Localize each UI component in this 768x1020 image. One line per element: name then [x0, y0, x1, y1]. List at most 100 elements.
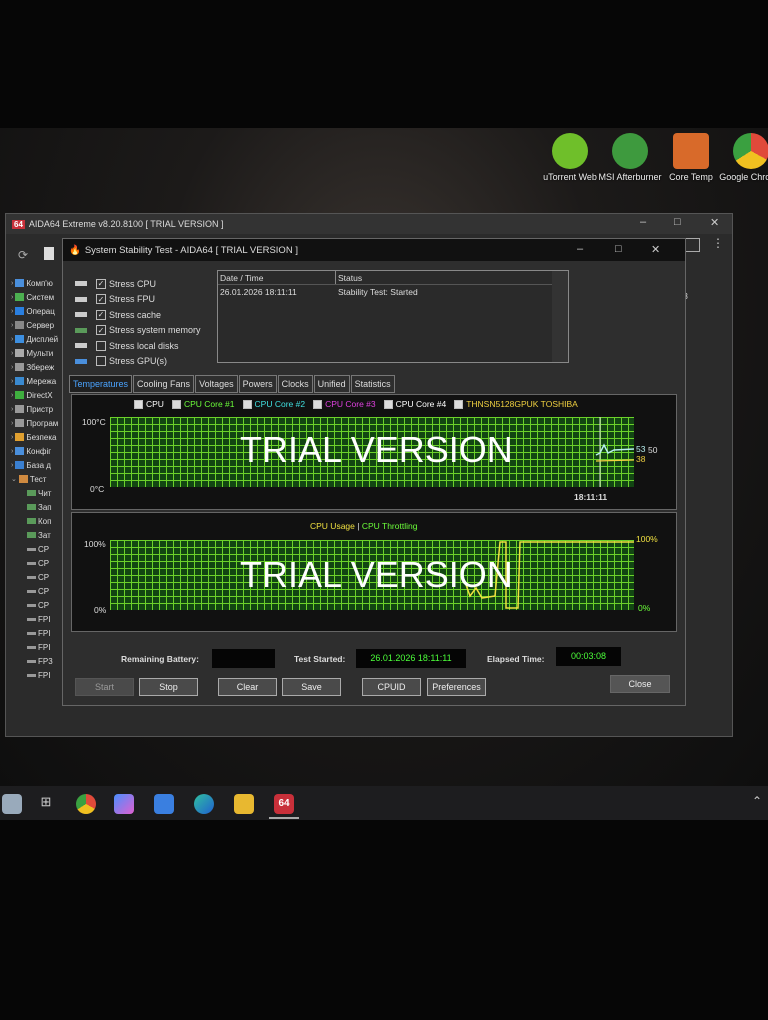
file-explorer-icon[interactable] — [234, 794, 254, 814]
chevron-right-icon[interactable]: › — [11, 364, 13, 371]
tree-child-item[interactable]: Чит — [11, 486, 67, 500]
tree-item[interactable]: ⌄ Тест — [11, 472, 67, 486]
tree-child-item[interactable]: Зат — [11, 528, 67, 542]
chevron-right-icon[interactable]: › — [11, 448, 13, 455]
sidebar-tree: › Комп'ю › Систем › Операц › Сервер › Дисплей › Мул… — [11, 276, 67, 682]
tab-voltages[interactable]: Voltages — [195, 375, 238, 393]
chevron-down-icon[interactable]: ⌄ — [11, 475, 17, 483]
save-button[interactable]: Save — [282, 678, 341, 696]
tree-child-item[interactable]: CP — [11, 598, 67, 612]
close-dialog-button[interactable]: Close — [610, 675, 670, 693]
tree-item[interactable]: › База д — [11, 458, 67, 472]
maximize-button[interactable]: □ — [674, 216, 681, 228]
checkbox[interactable]: ✓ — [96, 278, 106, 289]
chevron-right-icon[interactable]: › — [11, 392, 13, 399]
tab-cooling-fans[interactable]: Cooling Fans — [133, 375, 195, 393]
minimize-button[interactable]: – — [640, 216, 646, 228]
tree-item[interactable]: › Сервер — [11, 318, 67, 332]
tree-child-item[interactable]: CP — [11, 556, 67, 570]
tab-powers[interactable]: Powers — [238, 375, 277, 393]
tree-child-item[interactable]: FP3 — [11, 654, 67, 668]
tree-item[interactable]: › DirectX — [11, 388, 67, 402]
tree-child-item[interactable]: Зап — [11, 500, 67, 514]
tree-item[interactable]: › Збереж — [11, 360, 67, 374]
chevron-up-icon[interactable]: ⌃ — [752, 794, 762, 808]
legend-checkbox[interactable] — [454, 399, 464, 409]
dialog-close-button[interactable]: ✕ — [651, 243, 660, 256]
tree-item[interactable]: › Дисплей — [11, 332, 67, 346]
refresh-icon[interactable]: ⟳ — [18, 248, 28, 262]
chevron-right-icon[interactable]: › — [11, 294, 13, 301]
aida64-taskbar-icon[interactable]: 64 — [274, 794, 294, 814]
chevron-right-icon[interactable]: › — [11, 406, 13, 413]
tree-child-item[interactable]: CP — [11, 542, 67, 556]
cpuid-button[interactable]: CPUID — [362, 678, 421, 696]
checkbox[interactable] — [96, 340, 106, 351]
checkbox[interactable] — [96, 356, 106, 367]
usage-right-max: 100% — [636, 534, 658, 544]
chrome-taskbar-icon[interactable] — [76, 794, 96, 814]
tree-child-item[interactable]: FPI — [11, 640, 67, 654]
report-icon[interactable] — [44, 247, 54, 260]
stop-button[interactable]: Stop — [139, 678, 198, 696]
legend-checkbox[interactable] — [383, 399, 393, 409]
task-view-icon[interactable]: ⊞ — [36, 794, 56, 814]
tree-item[interactable]: › Пристр — [11, 402, 67, 416]
tree-item[interactable]: › Систем — [11, 290, 67, 304]
chevron-right-icon[interactable]: › — [11, 322, 13, 329]
tab-statistics[interactable]: Statistics — [350, 375, 395, 393]
legend-checkbox[interactable] — [171, 399, 181, 409]
tree-child-item[interactable]: FPI — [11, 626, 67, 640]
tab-clocks[interactable]: Clocks — [277, 375, 313, 393]
tree-child-item[interactable]: CP — [11, 584, 67, 598]
tab-temperatures[interactable]: Temperatures — [69, 375, 133, 393]
tree-child-item[interactable]: FPI — [11, 612, 67, 626]
log-scrollbar[interactable] — [552, 271, 568, 362]
tree-item[interactable]: › Конфіг — [11, 444, 67, 458]
desktop-icon-chrome[interactable]: Google Chrome — [716, 133, 768, 182]
preferences-button[interactable]: Preferences — [427, 678, 486, 696]
checkbox[interactable]: ✓ — [96, 325, 106, 336]
tree-item[interactable]: › Безпека — [11, 430, 67, 444]
start-button[interactable]: Start — [75, 678, 134, 696]
dialog-minimize-button[interactable]: – — [577, 243, 583, 255]
tree-item-label: Зап — [38, 502, 52, 512]
chevron-right-icon[interactable]: › — [11, 420, 13, 427]
mail-icon[interactable] — [154, 794, 174, 814]
clear-button[interactable]: Clear — [218, 678, 277, 696]
menu-icon[interactable]: ⋮ — [712, 236, 724, 250]
legend-checkbox[interactable] — [134, 399, 143, 409]
chevron-right-icon[interactable]: › — [11, 280, 13, 287]
tree-item[interactable]: › Програм — [11, 416, 67, 430]
tree-item[interactable]: › Мульти — [11, 346, 67, 360]
column-header-datetime[interactable]: Date / Time — [218, 271, 336, 284]
table-row[interactable]: 26.01.2026 18:11:11 Stability Test: Star… — [218, 285, 568, 299]
tree-child-item[interactable]: FPI — [11, 668, 67, 682]
chevron-right-icon[interactable]: › — [11, 308, 13, 315]
chevron-right-icon[interactable]: › — [11, 378, 13, 385]
close-button[interactable]: ✕ — [710, 216, 719, 229]
onedrive-icon[interactable] — [2, 794, 22, 814]
tree-item[interactable]: › Комп'ю — [11, 276, 67, 290]
checkbox[interactable]: ✓ — [96, 294, 106, 305]
copilot-icon[interactable] — [114, 794, 134, 814]
tree-child-item[interactable]: CP — [11, 570, 67, 584]
tree-item[interactable]: › Мережа — [11, 374, 67, 388]
legend-checkbox[interactable] — [242, 399, 252, 409]
category-icon — [15, 321, 25, 329]
column-header-status[interactable]: Status — [336, 271, 362, 284]
desktop-icon-msi-afterburner[interactable]: MSI Afterburner — [595, 133, 665, 182]
chevron-right-icon[interactable]: › — [11, 462, 13, 469]
edge-icon[interactable] — [194, 794, 214, 814]
legend-item: CPU Core #1 — [171, 399, 235, 409]
chevron-right-icon[interactable]: › — [11, 434, 13, 441]
chevron-right-icon[interactable]: › — [11, 336, 13, 343]
chevron-right-icon[interactable]: › — [11, 350, 13, 357]
legend-checkbox[interactable] — [313, 399, 323, 409]
tab-unified[interactable]: Unified — [313, 375, 350, 393]
tree-child-item[interactable]: Коп — [11, 514, 67, 528]
dialog-maximize-button[interactable]: □ — [615, 243, 622, 255]
tree-item-label: CP — [38, 600, 50, 610]
tree-item[interactable]: › Операц — [11, 304, 67, 318]
checkbox[interactable]: ✓ — [96, 309, 106, 320]
